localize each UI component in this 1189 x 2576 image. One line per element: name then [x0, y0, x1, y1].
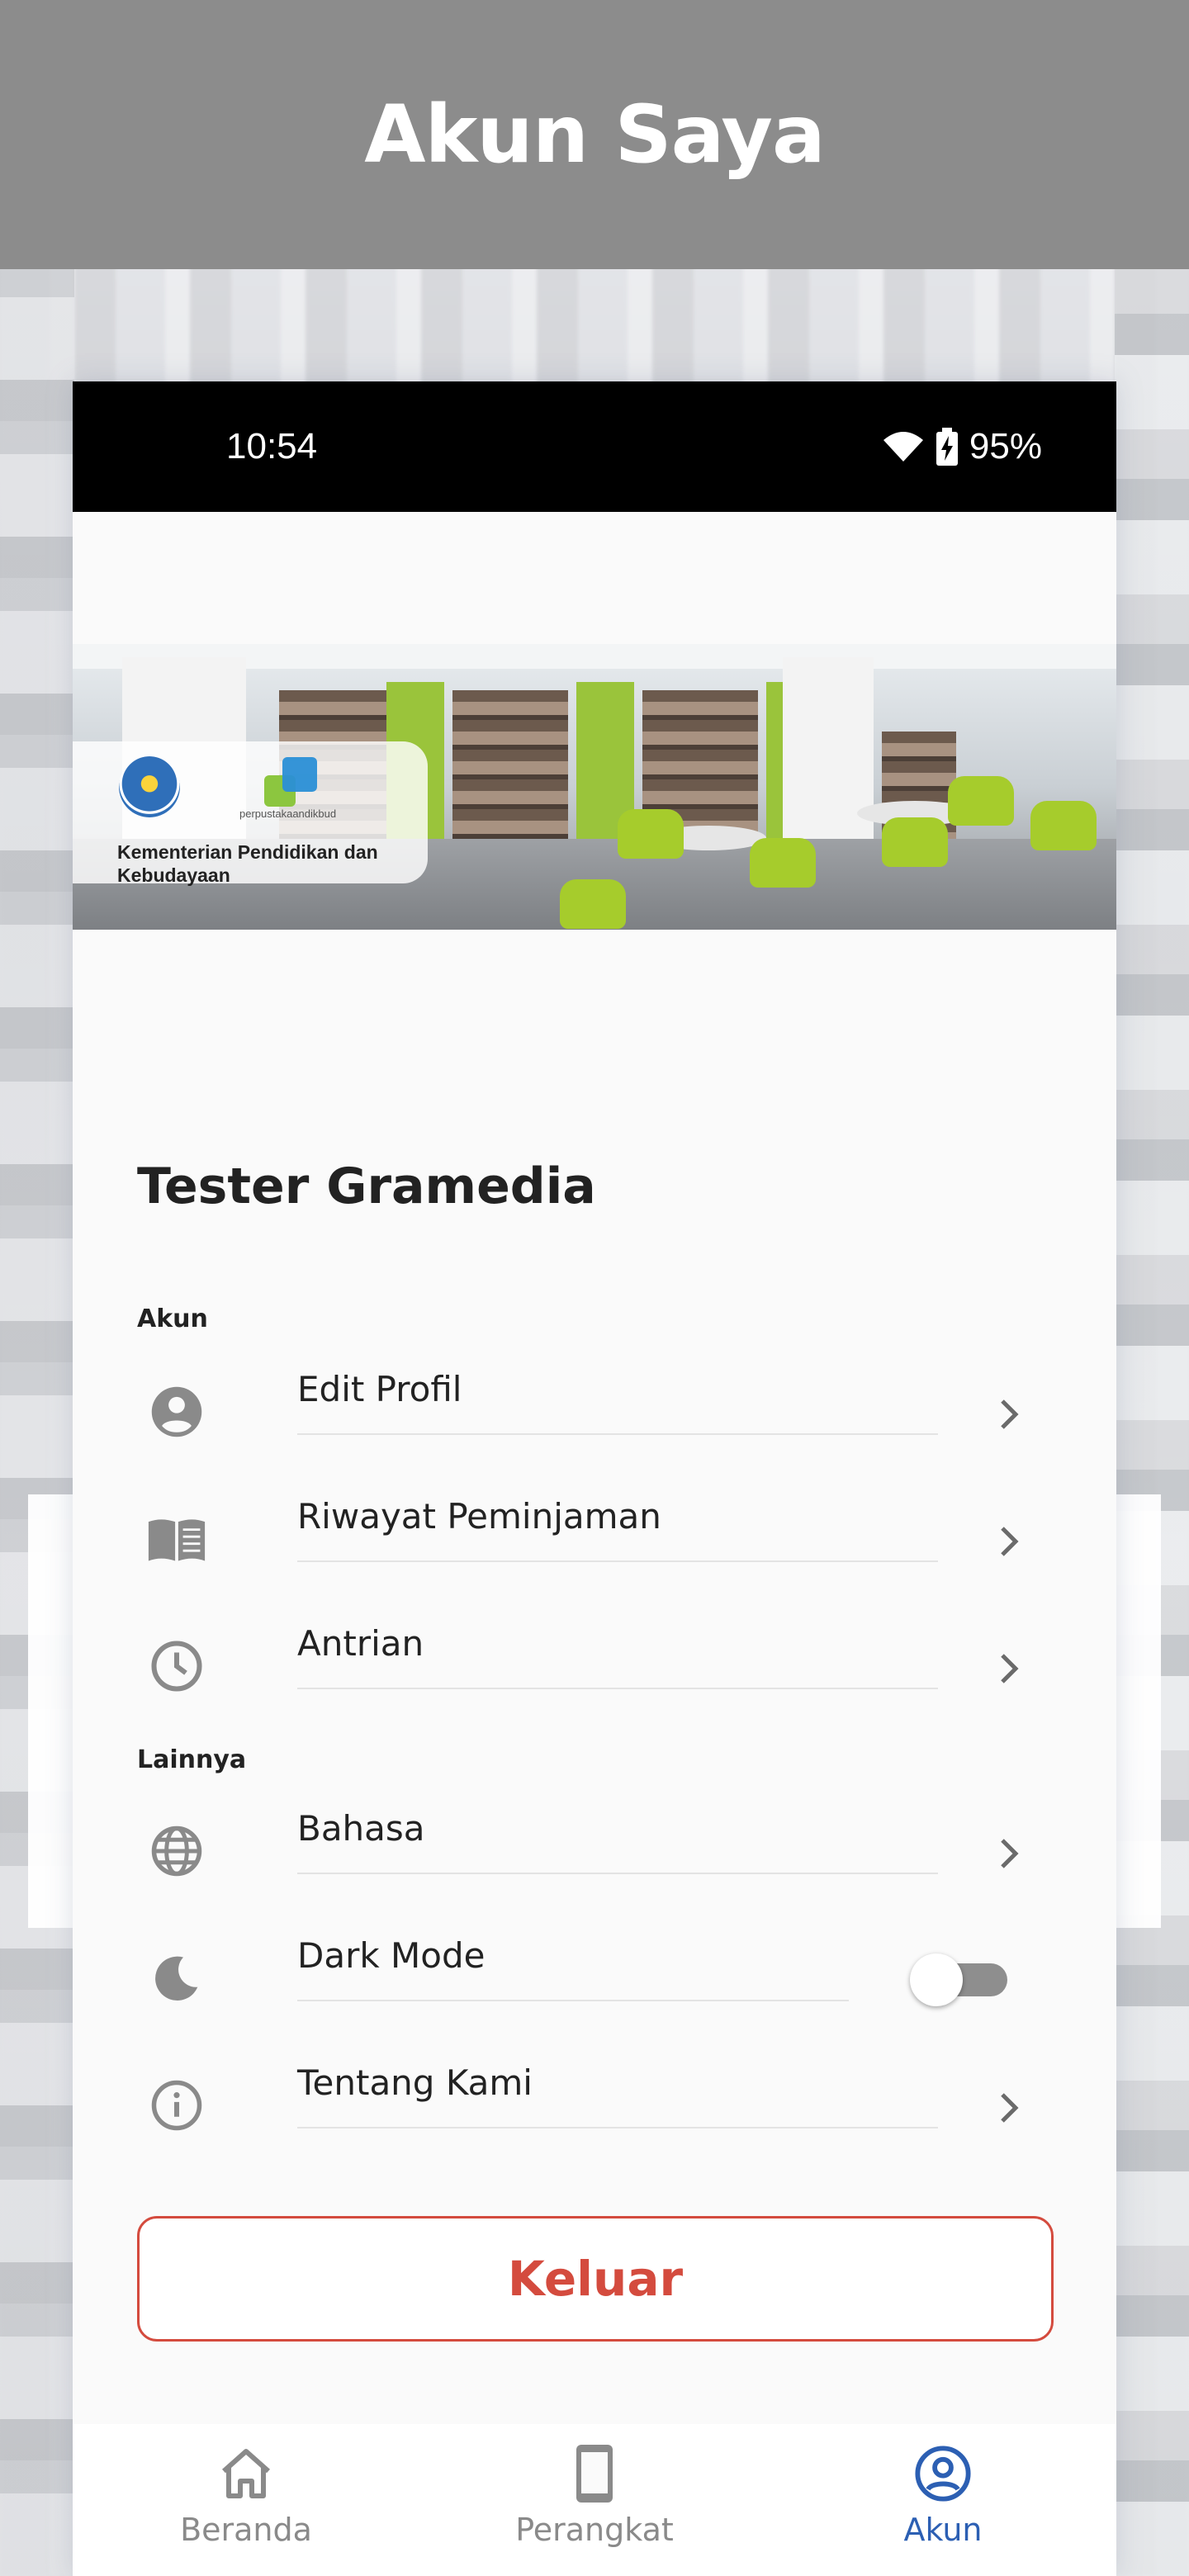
dark-mode-toggle[interactable]: [910, 1952, 1009, 2006]
perpustakaan-logo: [264, 757, 319, 807]
battery-icon: [936, 428, 958, 466]
banner-chair: [882, 817, 948, 867]
banner-chair: [948, 776, 1014, 826]
status-time: 10:54: [226, 426, 318, 466]
logout-button[interactable]: Keluar: [137, 2216, 1054, 2342]
home-icon: [219, 2442, 273, 2505]
page-title: Akun Saya: [364, 88, 826, 181]
banner-chair: [1030, 801, 1097, 850]
banner-chair: [750, 838, 816, 888]
menu-item-label: Edit Profil: [297, 1369, 462, 1409]
perpustakaan-logo-text: perpustakaandikbud: [239, 807, 337, 820]
menu-item-loan-history[interactable]: Riwayat Peminjaman: [73, 1475, 1116, 1602]
background-right-decor: [1115, 264, 1189, 2576]
menu-divider: [297, 1433, 938, 1435]
nav-item-device[interactable]: Perangkat: [421, 2424, 768, 2576]
nav-label: Akun: [903, 2512, 983, 2548]
background-left-decor: [0, 264, 74, 2576]
menu-item-queue[interactable]: Antrian: [73, 1602, 1116, 1729]
phone-screen: 10:54 95% perpustakaandikbud Kementerian…: [73, 381, 1116, 2576]
ministry-name: Kementerian Pendidikan dan Kebudayaan: [117, 841, 378, 886]
chevron-right-icon: [989, 1833, 1030, 1874]
book-icon: [147, 1509, 206, 1569]
menu-divider: [297, 1873, 938, 1874]
menu-item-label: Antrian: [297, 1623, 424, 1664]
menu-divider: [297, 1560, 938, 1562]
chevron-right-icon: [989, 1521, 1030, 1562]
menu-divider: [297, 2000, 849, 2001]
status-indicators: 95%: [882, 381, 1042, 512]
menu-divider: [297, 2127, 938, 2129]
account-circle-icon: [147, 1382, 206, 1442]
chevron-right-icon: [989, 1648, 1030, 1689]
menu-item-about[interactable]: Tentang Kami: [73, 2041, 1116, 2168]
menu-item-label: Bahasa: [297, 1808, 425, 1849]
menu-item-language[interactable]: Bahasa: [73, 1787, 1116, 1914]
bottom-navigation: Beranda Perangkat Akun: [73, 2424, 1116, 2576]
banner-chair: [560, 879, 626, 929]
wifi-icon: [882, 430, 925, 463]
nav-label: Perangkat: [515, 2512, 674, 2548]
clock-icon: [147, 1636, 206, 1696]
library-banner: perpustakaandikbud Kementerian Pendidika…: [73, 644, 1116, 930]
menu-item-label: Riwayat Peminjaman: [297, 1496, 661, 1537]
nav-item-account[interactable]: Akun: [770, 2424, 1116, 2576]
battery-percent: 95%: [969, 426, 1042, 466]
page-header: Akun Saya: [0, 0, 1189, 269]
account-circle-icon: [914, 2442, 972, 2505]
menu-divider: [297, 1688, 938, 1689]
chevron-right-icon: [989, 2087, 1030, 2129]
info-icon: [147, 2076, 206, 2135]
moon-icon: [147, 1949, 206, 2008]
profile-name: Tester Gramedia: [137, 1158, 596, 1215]
kemdikbud-logo: [119, 756, 180, 817]
section-label-other: Lainnya: [137, 1745, 247, 1774]
nav-item-home[interactable]: Beranda: [73, 2424, 419, 2576]
section-label-account: Akun: [137, 1305, 208, 1333]
menu-item-dark-mode: Dark Mode: [73, 1914, 1116, 2041]
menu-item-label: Dark Mode: [297, 1935, 486, 1976]
menu-item-edit-profile[interactable]: Edit Profil: [73, 1347, 1116, 1475]
status-bar: 10:54 95%: [73, 381, 1116, 512]
chevron-right-icon: [989, 1394, 1030, 1435]
toggle-knob: [910, 1953, 963, 2006]
smartphone-icon: [574, 2442, 615, 2505]
globe-icon: [147, 1821, 206, 1881]
nav-label: Beranda: [180, 2512, 312, 2548]
banner-chair: [618, 809, 684, 859]
menu-item-label: Tentang Kami: [297, 2062, 533, 2103]
